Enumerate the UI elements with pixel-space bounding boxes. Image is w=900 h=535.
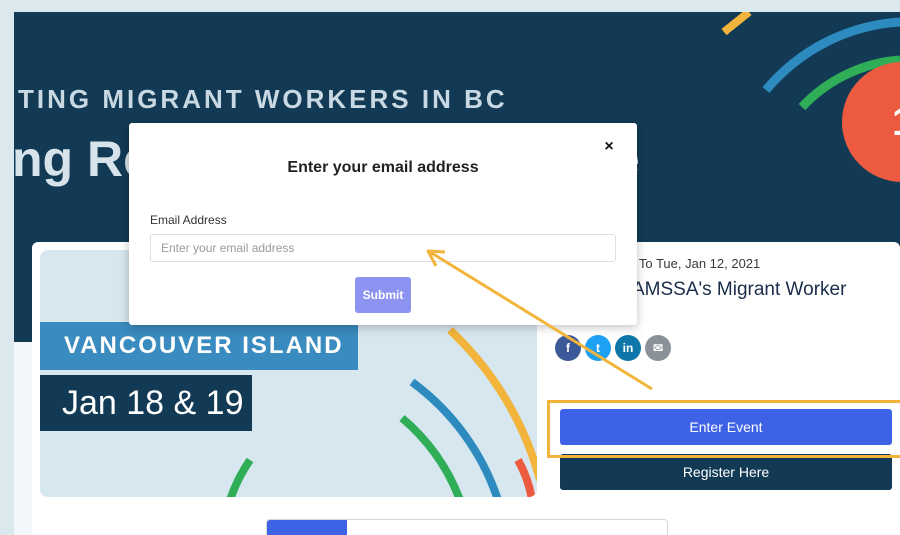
event-date-range: 21 To Tue, Jan 12, 2021: [621, 256, 761, 271]
event-image-location: VANCOUVER ISLAND: [40, 322, 358, 370]
event-title-line2: /: [632, 300, 882, 320]
event-title: AMSSA's Migrant Worker /: [632, 280, 882, 320]
event-image-dates: Jan 18 & 19: [40, 375, 252, 431]
close-icon[interactable]: ×: [599, 137, 619, 157]
twitter-icon[interactable]: t: [585, 335, 611, 361]
email-modal: Enter your email address × Email Address…: [129, 123, 637, 325]
submit-button[interactable]: Submit: [355, 277, 411, 313]
hero-subtitle: TING MIGRANT WORKERS IN BC: [18, 84, 508, 114]
highlight-box: [547, 400, 900, 458]
event-title-line1: AMSSA's Migrant Worker: [632, 279, 847, 300]
tab-active[interactable]: [267, 520, 347, 535]
modal-title: Enter your email address: [287, 159, 479, 176]
linkedin-icon[interactable]: in: [615, 335, 641, 361]
email-icon[interactable]: ✉: [645, 335, 671, 361]
email-field[interactable]: [150, 234, 616, 262]
register-here-button[interactable]: Register Here: [560, 454, 892, 490]
email-field-label: Email Address: [150, 213, 227, 227]
bottom-tabs: [266, 519, 668, 535]
facebook-icon[interactable]: f: [555, 335, 581, 361]
